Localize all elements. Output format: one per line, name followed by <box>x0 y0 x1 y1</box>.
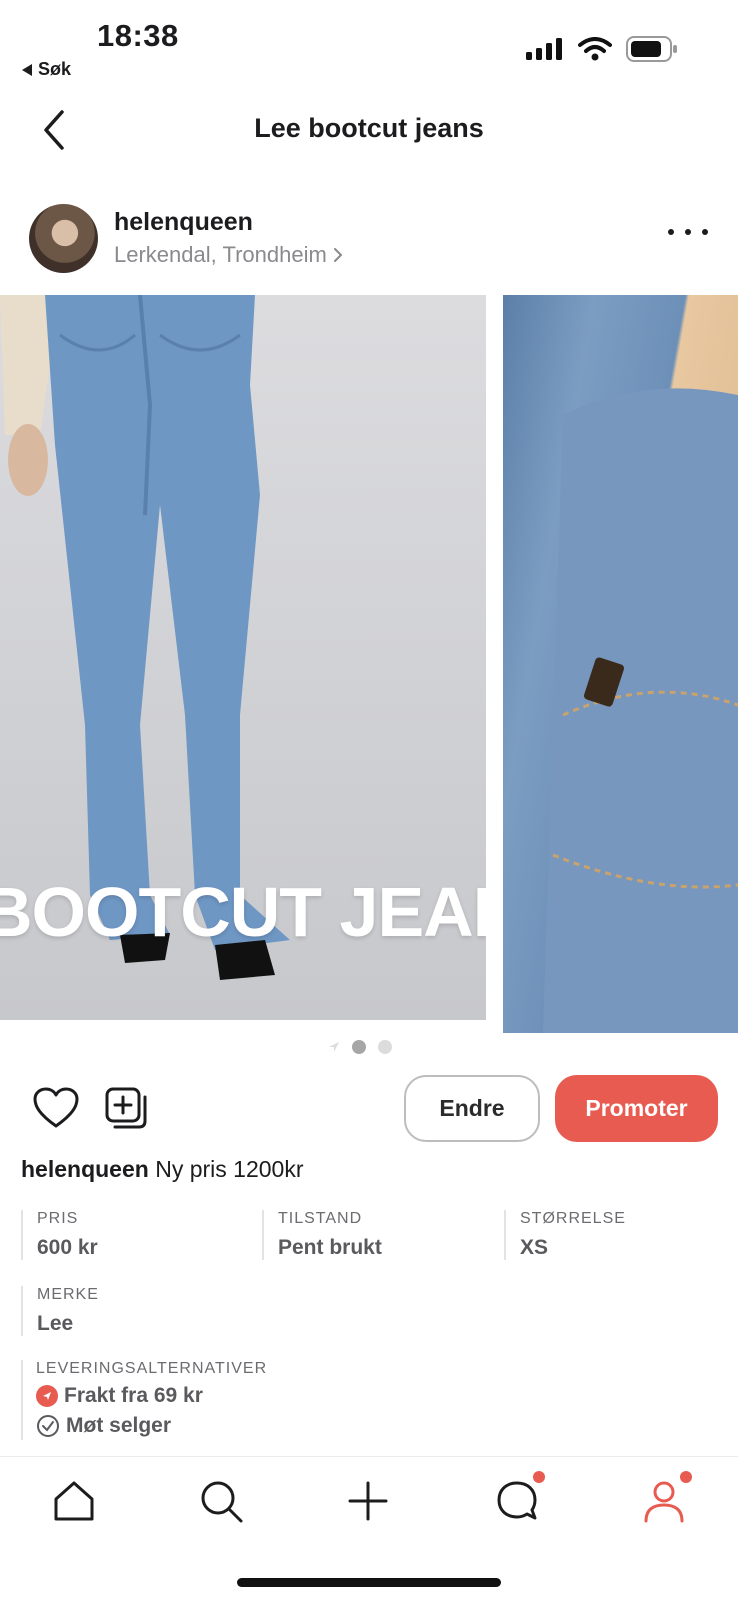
home-indicator <box>237 1578 501 1587</box>
dot <box>685 229 691 235</box>
attr-condition-value: Pent brukt <box>278 1236 382 1259</box>
delivery-meet: Møt selger <box>36 1414 267 1438</box>
check-circle-icon <box>37 1415 59 1437</box>
caption-user[interactable]: helenqueen <box>21 1156 149 1182</box>
chat-icon <box>497 1481 537 1520</box>
product-image-second[interactable] <box>503 295 738 1033</box>
attr-brand-value: Lee <box>37 1312 74 1335</box>
caption-text: Ny pris 1200kr <box>155 1156 304 1182</box>
attr-condition: TILSTAND Pent brukt <box>262 1210 382 1260</box>
image-pager <box>328 1040 392 1054</box>
status-icons <box>526 36 678 62</box>
delivery-label: LEVERINGSALTERNATIVER <box>36 1360 268 1377</box>
wifi-icon <box>578 37 612 61</box>
status-back-label: Søk <box>38 59 72 79</box>
plus-icon <box>348 1481 388 1521</box>
tab-messages[interactable] <box>493 1471 545 1525</box>
attr-price-label: PRIS <box>37 1210 79 1227</box>
seller-name[interactable]: helenqueen <box>114 208 253 237</box>
pager-dot[interactable] <box>378 1040 392 1054</box>
status-time: 18:38 <box>97 18 179 53</box>
avatar[interactable] <box>29 204 98 273</box>
delivery-options: LEVERINGSALTERNATIVER Frakt fra 69 kr Mø… <box>21 1360 267 1440</box>
attr-price-value: 600 kr <box>37 1236 98 1259</box>
profile-badge <box>680 1471 692 1483</box>
listing-caption: helenqueen Ny pris 1200kr <box>21 1156 303 1183</box>
heart-icon[interactable] <box>33 1087 79 1129</box>
status-back-link[interactable]: Søk <box>22 59 71 80</box>
tab-profile[interactable] <box>640 1471 692 1525</box>
attr-size-value: XS <box>520 1236 549 1259</box>
more-options-icon[interactable] <box>668 226 708 238</box>
attr-price: PRIS 600 kr <box>21 1210 98 1260</box>
image-overlay-text: BOOTCUT JEANS <box>0 873 486 951</box>
dot <box>702 229 708 235</box>
edit-button[interactable]: Endre <box>404 1075 540 1142</box>
jeans-closeup-illustration <box>543 388 738 1033</box>
page-title: Lee bootcut jeans <box>254 113 484 143</box>
add-to-collection-icon[interactable] <box>105 1087 149 1131</box>
battery-icon <box>626 36 677 62</box>
dot <box>668 229 674 235</box>
seller-location: Lerkendal, Trondheim <box>114 242 327 267</box>
attr-brand: MERKE Lee <box>21 1286 99 1336</box>
product-image-main[interactable]: BOOTCUT JEANS <box>0 295 486 1020</box>
shipping-icon <box>36 1385 58 1407</box>
home-icon <box>54 1481 94 1521</box>
seller-location-link[interactable]: Lerkendal, Trondheim <box>114 242 343 268</box>
delivery-shipping-text: Frakt fra 69 kr <box>64 1384 203 1407</box>
tab-new-listing[interactable] <box>344 1477 392 1525</box>
attr-condition-label: TILSTAND <box>278 1210 363 1227</box>
tab-search[interactable] <box>197 1477 245 1525</box>
delivery-shipping: Frakt fra 69 kr <box>36 1384 267 1408</box>
back-triangle-icon <box>22 63 32 76</box>
profile-icon <box>644 1481 684 1523</box>
delivery-meet-text: Møt selger <box>66 1414 172 1437</box>
search-icon <box>201 1481 243 1523</box>
attr-size: STØRRELSE XS <box>504 1210 626 1260</box>
attr-brand-label: MERKE <box>37 1286 99 1303</box>
tab-home[interactable] <box>50 1477 98 1525</box>
messages-badge <box>533 1471 545 1483</box>
chevron-right-icon <box>333 248 343 262</box>
location-arrow-icon <box>329 1042 339 1052</box>
pager-dot-active[interactable] <box>352 1040 366 1054</box>
signal-icon <box>526 38 562 60</box>
promote-button[interactable]: Promoter <box>555 1075 718 1142</box>
attr-size-label: STØRRELSE <box>520 1210 626 1227</box>
